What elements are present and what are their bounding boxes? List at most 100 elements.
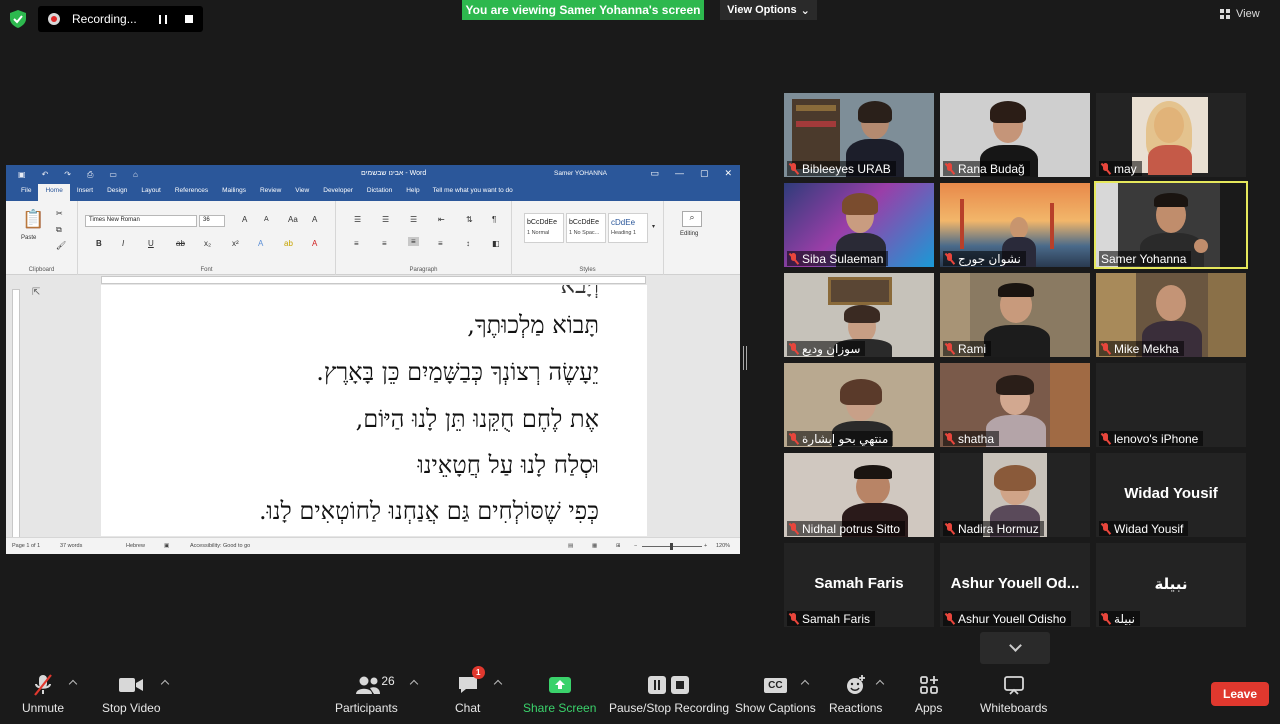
read-mode-icon[interactable]: ▤ xyxy=(568,543,573,549)
style-heading-1[interactable]: cDdEe Heading 1 xyxy=(608,213,648,243)
styles-more-icon[interactable]: ▾ xyxy=(652,223,655,230)
find-icon[interactable]: ⌕ xyxy=(682,211,702,227)
participant-tile[interactable]: منتهي بحو ابشارة xyxy=(784,363,934,447)
participant-tile-active-speaker[interactable]: Samer Yohanna xyxy=(1094,181,1248,269)
shrink-font-icon[interactable]: A xyxy=(264,216,269,223)
save-icon[interactable]: ▣ xyxy=(18,170,26,180)
video-options-caret-icon[interactable] xyxy=(160,679,170,689)
zoom-slider-thumb[interactable] xyxy=(670,543,673,550)
participant-tile[interactable]: نشوان جورج xyxy=(940,183,1090,267)
participant-tile[interactable]: Rana Budağ xyxy=(940,93,1090,177)
tab-review[interactable]: Review xyxy=(253,184,288,201)
tab-design[interactable]: Design xyxy=(100,184,134,201)
gallery-next-page-button[interactable] xyxy=(980,632,1050,664)
shield-check-icon[interactable] xyxy=(10,10,26,28)
chat-button[interactable]: 1 Chat xyxy=(455,666,485,715)
participant-tile[interactable]: Ashur Youell Od... Ashur Youell Odisho xyxy=(940,543,1090,627)
paste-label[interactable]: Paste xyxy=(21,235,36,241)
style-normal[interactable]: bCcDdEe 1 Normal xyxy=(524,213,564,243)
participant-tile[interactable]: نبيلة نبيلة xyxy=(1096,543,1246,627)
sort-icon[interactable]: ⇅ xyxy=(466,215,473,224)
macro-icon[interactable]: ▣ xyxy=(164,543,169,549)
numbering-icon[interactable]: ☰ xyxy=(382,215,389,224)
align-right-icon[interactable]: ≡ xyxy=(408,237,419,246)
show-marks-icon[interactable]: ¶ xyxy=(492,215,496,224)
participants-button[interactable]: 26 Participants xyxy=(335,672,398,715)
customize-icon[interactable]: ⌂ xyxy=(133,170,138,180)
tab-help[interactable]: Help xyxy=(399,184,426,201)
copy-icon[interactable]: ⧉ xyxy=(56,225,62,235)
pause-recording-icon[interactable] xyxy=(159,14,167,24)
web-layout-icon[interactable]: ⊞ xyxy=(616,543,621,549)
page-count[interactable]: Page 1 of 1 xyxy=(12,543,40,549)
tell-me-search[interactable]: Tell me what you want to do xyxy=(433,184,513,201)
touch-mode-icon[interactable]: ⎙ xyxy=(87,170,93,180)
decrease-indent-icon[interactable]: ⇤ xyxy=(438,215,445,224)
participant-tile[interactable]: سوزان وديع xyxy=(784,273,934,357)
bold-icon[interactable]: B xyxy=(96,239,102,248)
resize-splitter[interactable] xyxy=(743,346,747,370)
apps-button[interactable]: Apps xyxy=(915,672,942,715)
line-spacing-icon[interactable]: ↕ xyxy=(466,239,470,248)
bullets-icon[interactable]: ☰ xyxy=(354,215,361,224)
minimize-icon[interactable]: — xyxy=(675,168,684,179)
clear-formatting-icon[interactable]: A xyxy=(312,215,317,224)
multilevel-list-icon[interactable]: ☰ xyxy=(410,215,417,224)
unmute-button[interactable]: Unmute xyxy=(22,672,64,715)
print-layout-icon[interactable]: ▦ xyxy=(592,543,597,549)
ribbon-display-icon[interactable]: ▭ xyxy=(650,168,659,179)
close-icon[interactable]: ✕ xyxy=(724,168,732,179)
tab-references[interactable]: References xyxy=(168,184,215,201)
language-status[interactable]: Hebrew xyxy=(126,543,145,549)
participant-tile[interactable]: Bibleeyes URAB xyxy=(784,93,934,177)
highlight-icon[interactable]: ab xyxy=(284,239,293,248)
participant-tile[interactable]: Mike Mekha xyxy=(1096,273,1246,357)
tab-developer[interactable]: Developer xyxy=(316,184,360,201)
text-effects-icon[interactable]: A xyxy=(258,239,263,248)
participants-caret-icon[interactable] xyxy=(409,679,419,689)
redo-icon[interactable]: ↷ xyxy=(64,170,71,180)
view-options-button[interactable]: View Options ⌄ xyxy=(720,0,817,20)
tab-view[interactable]: View xyxy=(288,184,316,201)
chat-caret-icon[interactable] xyxy=(493,679,503,689)
grow-font-icon[interactable]: A xyxy=(242,215,247,224)
undo-icon[interactable]: ↶ xyxy=(42,170,49,180)
subscript-icon[interactable]: x₂ xyxy=(204,239,211,248)
stop-video-button[interactable]: Stop Video xyxy=(102,672,161,715)
align-center-icon[interactable]: ≡ xyxy=(382,239,387,248)
strikethrough-icon[interactable]: ab xyxy=(176,239,185,248)
cut-icon[interactable]: ✂ xyxy=(56,209,63,218)
superscript-icon[interactable]: x² xyxy=(232,239,239,248)
share-screen-button[interactable]: Share Screen xyxy=(523,672,596,715)
editing-label[interactable]: Editing xyxy=(680,231,698,237)
font-size-input[interactable]: 36 xyxy=(199,215,225,227)
underline-icon[interactable]: U xyxy=(148,239,154,248)
participant-tile[interactable]: shatha xyxy=(940,363,1090,447)
view-button[interactable]: View xyxy=(1220,8,1260,20)
participant-tile[interactable]: may xyxy=(1096,93,1246,177)
document-page[interactable]: וְיָבֹא תָּבוֹא מַלְכוּתֶךָ, יֵעָשֶׂה רְ… xyxy=(101,285,647,536)
accessibility-status[interactable]: Accessibility: Good to go xyxy=(190,543,250,549)
show-captions-button[interactable]: CC Show Captions xyxy=(735,672,816,715)
tab-file[interactable]: File xyxy=(14,184,38,201)
reactions-button[interactable]: Reactions xyxy=(829,672,882,715)
change-case-icon[interactable]: Aa xyxy=(288,215,298,224)
paste-icon[interactable]: 📋 xyxy=(22,209,44,230)
participant-tile[interactable]: Widad Yousif Widad Yousif xyxy=(1096,453,1246,537)
tab-dictation[interactable]: Dictation xyxy=(360,184,399,201)
tab-home[interactable]: Home xyxy=(38,184,70,201)
font-color-icon[interactable]: A xyxy=(312,239,317,248)
font-name-input[interactable]: Times New Roman xyxy=(85,215,197,227)
align-left-icon[interactable]: ≡ xyxy=(354,239,359,248)
participant-tile[interactable]: Rami xyxy=(940,273,1090,357)
tab-insert[interactable]: Insert xyxy=(70,184,100,201)
shading-icon[interactable]: ◧ xyxy=(492,239,500,248)
zoom-level[interactable]: 120% xyxy=(716,543,730,549)
print-preview-icon[interactable]: ▭ xyxy=(109,170,117,180)
participant-tile[interactable]: lenovo's iPhone xyxy=(1096,363,1246,447)
pause-stop-recording-button[interactable]: Pause/Stop Recording xyxy=(609,672,729,715)
participant-tile[interactable]: Samah Faris Samah Faris xyxy=(784,543,934,627)
participant-tile[interactable]: Siba Sulaeman xyxy=(784,183,934,267)
participant-tile[interactable]: Nadira Hormuz xyxy=(940,453,1090,537)
zoom-in-icon[interactable]: + xyxy=(704,543,707,549)
